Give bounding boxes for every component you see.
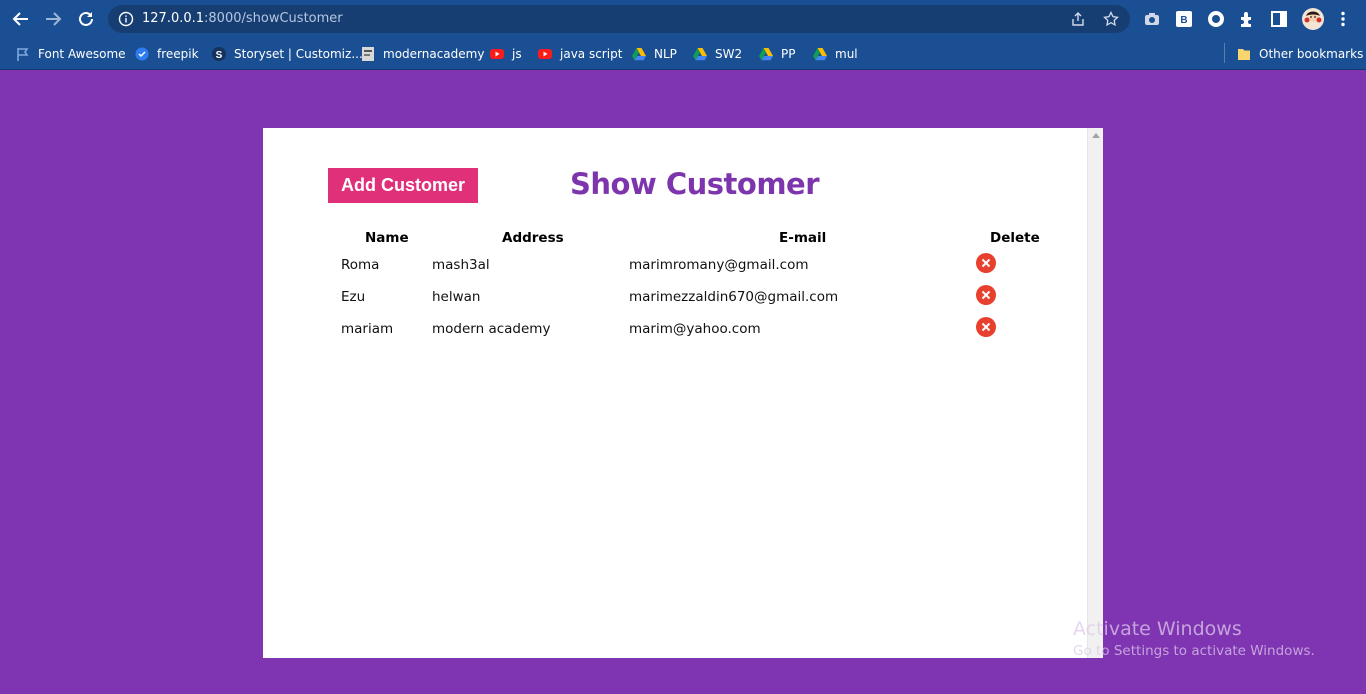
bookmark-font-awesome[interactable]: Font Awesome (15, 43, 126, 65)
youtube-icon (537, 46, 553, 62)
bookmark-label: NLP (654, 47, 677, 61)
google-drive-icon (692, 46, 708, 62)
camera-extension-icon[interactable] (1142, 9, 1162, 29)
bookmark-label: Storyset | Customiz... (234, 47, 363, 61)
browser-toolbar: 127.0.0.1:8000/showCustomer B (0, 0, 1366, 38)
cell-email: marimezzaldin670@gmail.com (629, 289, 839, 305)
customer-card: Add Customer Show Customer Name Address … (263, 128, 1103, 658)
share-icon[interactable] (1070, 11, 1086, 27)
forward-arrow-icon (46, 12, 62, 26)
bookmark-label: freepik (157, 47, 199, 61)
close-icon (981, 258, 991, 268)
bookmark-pp[interactable]: PP (758, 43, 795, 65)
circle-extension-icon[interactable] (1206, 9, 1226, 29)
column-header-email: E-mail (779, 230, 827, 246)
activation-watermark-title: Activate Windows (1073, 618, 1242, 640)
url-host: 127.0.0.1 (142, 11, 205, 26)
cell-address: mash3al (432, 257, 490, 273)
bookmark-label: modernacademy (383, 47, 485, 61)
activation-watermark-subtitle: Go to Settings to activate Windows. (1073, 643, 1315, 659)
cell-name: mariam (341, 321, 394, 337)
other-bookmarks[interactable]: Other bookmarks (1236, 43, 1363, 65)
bookmarks-divider (1224, 43, 1225, 63)
page-icon (360, 46, 376, 62)
column-header-address: Address (502, 230, 564, 246)
bookmark-modernacademy[interactable]: modernacademy (360, 43, 484, 65)
side-panel-icon[interactable] (1269, 9, 1289, 29)
url-path: :8000/showCustomer (204, 11, 343, 26)
close-icon (981, 290, 991, 300)
vertical-scrollbar[interactable] (1087, 128, 1103, 658)
delete-button[interactable] (976, 285, 996, 305)
freepik-icon (134, 46, 150, 62)
delete-button[interactable] (976, 253, 996, 273)
google-drive-icon (812, 46, 828, 62)
profile-avatar[interactable] (1302, 8, 1324, 30)
folder-icon (1236, 46, 1252, 62)
other-bookmarks-label: Other bookmarks (1259, 47, 1364, 61)
star-icon[interactable] (1103, 11, 1119, 27)
column-header-name: Name (365, 230, 409, 246)
google-drive-icon (758, 46, 774, 62)
svg-text:B: B (1180, 15, 1187, 26)
cell-name: Roma (341, 257, 380, 273)
bookmark-label: mul (835, 47, 858, 61)
cell-address: helwan (432, 289, 481, 305)
forward-button[interactable] (40, 7, 66, 31)
bookmark-nlp[interactable]: NLP (631, 43, 677, 65)
back-arrow-icon (12, 12, 28, 26)
bookmark-freepik[interactable]: freepik (134, 43, 199, 65)
cell-address: modern academy (432, 321, 551, 337)
back-button[interactable] (8, 7, 34, 31)
add-customer-button[interactable]: Add Customer (328, 168, 478, 203)
bookmark-label: js (512, 47, 522, 61)
bookmark-mul[interactable]: mul (812, 43, 858, 65)
b-extension-icon[interactable]: B (1174, 9, 1194, 29)
reload-icon (79, 11, 93, 26)
flag-icon (15, 46, 31, 62)
bookmark-label: SW2 (715, 47, 743, 61)
cell-email: marimromany@gmail.com (629, 257, 809, 273)
bookmark-sw2[interactable]: SW2 (692, 43, 742, 65)
menu-kebab-icon[interactable] (1333, 9, 1353, 29)
close-icon (981, 322, 991, 332)
bookmark-storyset[interactable]: S Storyset | Customiz... (211, 43, 363, 65)
bookmarks-bar: Font Awesome freepik S Storyset | Custom… (0, 38, 1366, 70)
cell-name: Ezu (341, 289, 366, 305)
google-drive-icon (631, 46, 647, 62)
info-icon[interactable] (118, 11, 134, 27)
bookmark-label: PP (781, 47, 796, 61)
page-title: Show Customer (570, 167, 820, 201)
bookmark-js[interactable]: js (489, 43, 522, 65)
cell-email: marim@yahoo.com (629, 321, 761, 337)
youtube-icon (489, 46, 505, 62)
column-header-delete: Delete (990, 230, 1040, 246)
bookmark-java-script[interactable]: java script (537, 43, 622, 65)
url-text: 127.0.0.1:8000/showCustomer (142, 11, 343, 26)
puzzle-extensions-icon[interactable] (1237, 9, 1257, 29)
address-bar[interactable]: 127.0.0.1:8000/showCustomer (108, 5, 1130, 33)
delete-button[interactable] (976, 317, 996, 337)
scroll-up-arrow-icon[interactable] (1092, 133, 1100, 138)
reload-button[interactable] (73, 7, 99, 31)
bookmark-label: java script (560, 47, 623, 61)
bookmark-label: Font Awesome (38, 47, 126, 61)
svg-text:S: S (216, 50, 223, 61)
storyset-icon: S (211, 46, 227, 62)
